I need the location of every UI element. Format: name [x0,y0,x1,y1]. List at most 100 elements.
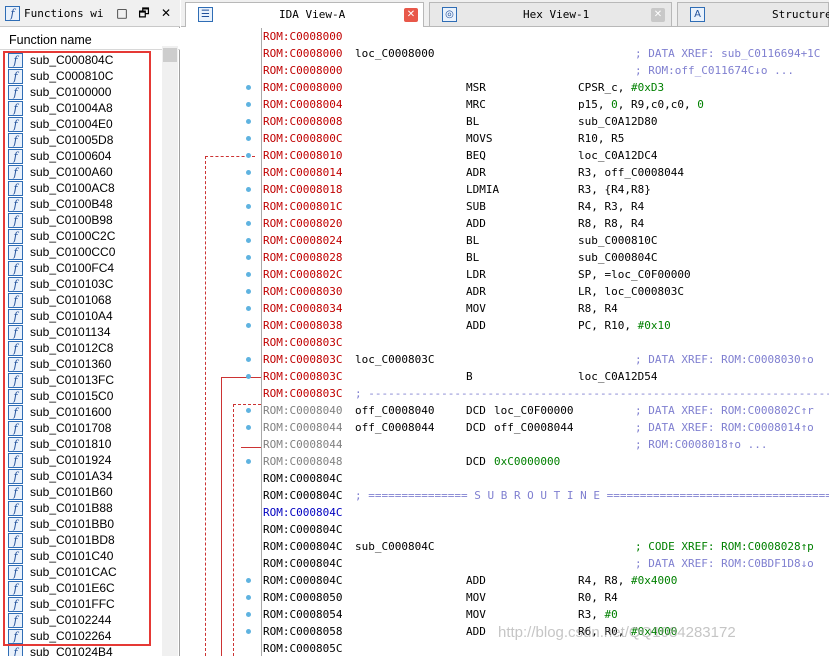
disasm-line[interactable]: ROM:C000803C ; --------------------------… [263,385,829,402]
breakpoint-dot[interactable] [246,357,251,362]
disasm-line[interactable]: ROM:C0008000 loc_C0008000 ; DATA XREF: sub… [263,45,829,62]
disasm-line[interactable]: ROM:C0008058 ADD R6, R0, #0x4000 [263,623,829,640]
function-list-item[interactable]: f sub_C01010A4 [0,308,160,324]
breakpoint-dot[interactable] [246,85,251,90]
disasm-line[interactable]: ROM:C0008040 off_C0008040 DCD loc_C0F00000;… [263,402,829,419]
breakpoint-dot[interactable] [246,170,251,175]
function-list-item[interactable]: f sub_C0101BD8 [0,532,160,548]
breakpoint-dot[interactable] [246,136,251,141]
disasm-line[interactable]: ROM:C0008000 ; ROM:off_C011674C↓o ... [263,62,829,79]
disasm-line[interactable]: ROM:C000804C [263,521,829,538]
function-list-item[interactable]: f sub_C000804C [0,52,160,68]
breakpoint-dot[interactable] [246,612,251,617]
function-list-item[interactable]: f sub_C0100FC4 [0,260,160,276]
breakpoint-dot[interactable] [246,408,251,413]
function-list-item[interactable]: f sub_C0101810 [0,436,160,452]
breakpoint-dot[interactable] [246,289,251,294]
function-list-item[interactable]: f sub_C0101708 [0,420,160,436]
function-list-item[interactable]: f sub_C0100CC0 [0,244,160,260]
function-list-item[interactable]: f sub_C0102244 [0,612,160,628]
ida-view-disassembly[interactable]: ROM:C0008000 ROM:C0008000 loc_C0008000 ; DA… [181,28,829,656]
function-list-item[interactable]: f sub_C01012C8 [0,340,160,356]
function-list-item[interactable]: f sub_C0101CAC [0,564,160,580]
function-list-item[interactable]: f sub_C01013FC [0,372,160,388]
function-list-item[interactable]: f sub_C0101B60 [0,484,160,500]
vertical-scrollbar[interactable] [162,46,178,656]
function-list-item[interactable]: f sub_C01015C0 [0,388,160,404]
function-list-item[interactable]: f sub_C01004E0 [0,116,160,132]
breakpoint-dot[interactable] [246,187,251,192]
disasm-line[interactable]: ROM:C0008050 MOV R0, R4 [263,589,829,606]
function-list-item[interactable]: f sub_C0101134 [0,324,160,340]
disasm-line[interactable]: ROM:C0008028 BL sub_C000804C [263,249,829,266]
code-label[interactable]: off_C0008044 [355,419,434,436]
function-list-item[interactable]: f sub_C0100604 [0,148,160,164]
disasm-line[interactable]: ROM:C000803C Bloc_C0A12D54 [263,368,829,385]
function-name-column-header[interactable]: Function name [0,28,180,50]
disasm-line[interactable]: ROM:C000800C MOVS R10, R5 [263,130,829,147]
tab-hex-view-1[interactable]: ◎ Hex View-1 ✕ [429,2,672,26]
breakpoint-dot[interactable] [246,459,251,464]
function-list-item[interactable]: f sub_C01024B4 [0,644,160,656]
function-list-item[interactable]: f sub_C0101600 [0,404,160,420]
disasm-line[interactable]: ROM:C0008008 BL sub_C0A12D80 [263,113,829,130]
close-tab-icon[interactable]: ✕ [651,8,665,22]
disasm-line[interactable]: ROM:C0008014 ADR R3, off_C0008044 [263,164,829,181]
code-label[interactable]: sub_C000804C [355,538,434,555]
function-list-item[interactable]: f sub_C0100C2C [0,228,160,244]
breakpoint-dot[interactable] [246,221,251,226]
functions-window-titlebar[interactable]: f Functions wi □ 🗗 ✕ [0,0,180,27]
function-list-item[interactable]: f sub_C01005D8 [0,132,160,148]
function-list-item[interactable]: f sub_C0101924 [0,452,160,468]
disasm-line[interactable]: ROM:C000804C ADD R4, R8, #0x4000 [263,572,829,589]
disasm-line[interactable]: ROM:C000804C sub_C000804C ; CODE XREF: ROM… [263,538,829,555]
scrollbar-thumb[interactable] [163,48,177,62]
function-list-item[interactable]: f sub_C0101E6C [0,580,160,596]
tab-ida-view-a[interactable]: ☰ IDA View-A ✕ [185,2,424,27]
restore-window-icon[interactable]: 🗗 [137,6,151,20]
disasm-line[interactable]: ROM:C000803C loc_C000803C ; DATA XREF: ROM… [263,351,829,368]
function-list-item[interactable]: f sub_C0101068 [0,292,160,308]
disasm-line[interactable]: ROM:C000804C ; DATA XREF: ROM:C0BDF1D8↓o [263,555,829,572]
disasm-line[interactable]: ROM:C000804C [263,470,829,487]
breakpoint-dot[interactable] [246,238,251,243]
breakpoint-dot[interactable] [246,629,251,634]
disasm-line[interactable]: ROM:C0008000 MSR CPSR_c, #0xD3 [263,79,829,96]
disasm-line[interactable]: ROM:C0008030 ADR LR, loc_C000803C [263,283,829,300]
function-list-item[interactable]: f sub_C0100AC8 [0,180,160,196]
function-list-item[interactable]: f sub_C0101A34 [0,468,160,484]
breakpoint-dot[interactable] [246,119,251,124]
breakpoint-dot[interactable] [246,595,251,600]
breakpoint-dot[interactable] [246,204,251,209]
breakpoint-dot[interactable] [246,272,251,277]
disasm-line[interactable]: ROM:C0008010 BEQ loc_C0A12DC4 [263,147,829,164]
disasm-line[interactable]: ROM:C0008004 MRC p15, 0, R9,c0,c0, 0 [263,96,829,113]
disasm-line[interactable]: ROM:C0008018 LDMIA R3, {R4,R8} [263,181,829,198]
disasm-line[interactable]: ROM:C0008044 off_C0008044 DCD off_C0008044;… [263,419,829,436]
code-label[interactable]: off_C0008040 [355,402,434,419]
breakpoint-dot[interactable] [246,153,251,158]
close-window-icon[interactable]: ✕ [159,6,173,20]
breakpoint-dot[interactable] [246,102,251,107]
function-list-item[interactable]: f sub_C0100B48 [0,196,160,212]
function-list-item[interactable]: f sub_C0102264 [0,628,160,644]
disasm-line[interactable]: ROM:C0008034 MOV R8, R4 [263,300,829,317]
breakpoint-dot[interactable] [246,374,251,379]
function-list-item[interactable]: f sub_C0101FFC [0,596,160,612]
disasm-line[interactable]: ROM:C000804C ; =============== S U B R O … [263,487,829,504]
disasm-line[interactable]: ROM:C0008038 ADD PC, R10, #0x10 [263,317,829,334]
disasm-line[interactable]: ROM:C0008048 DCD 0xC0000000 [263,453,829,470]
tab-structures[interactable]: A Structures [677,2,829,26]
disasm-line[interactable]: ROM:C0008020 ADD R8, R8, R4 [263,215,829,232]
code-label[interactable]: loc_C0008000 [355,45,434,62]
function-list-item[interactable]: f sub_C0101B88 [0,500,160,516]
disasm-line[interactable]: ROM:C000805C [263,640,829,656]
function-list-item[interactable]: f sub_C0100B98 [0,212,160,228]
code-label[interactable]: loc_C000803C [355,351,434,368]
disasm-line[interactable]: ROM:C0008000 [263,28,829,45]
breakpoint-dot[interactable] [246,578,251,583]
disasm-line[interactable]: ROM:C0008044 ; ROM:C0008018↑o ... [263,436,829,453]
function-list-item[interactable]: f sub_C000810C [0,68,160,84]
breakpoint-dot[interactable] [246,255,251,260]
disasm-line[interactable]: ROM:C0008024 BL sub_C000810C [263,232,829,249]
